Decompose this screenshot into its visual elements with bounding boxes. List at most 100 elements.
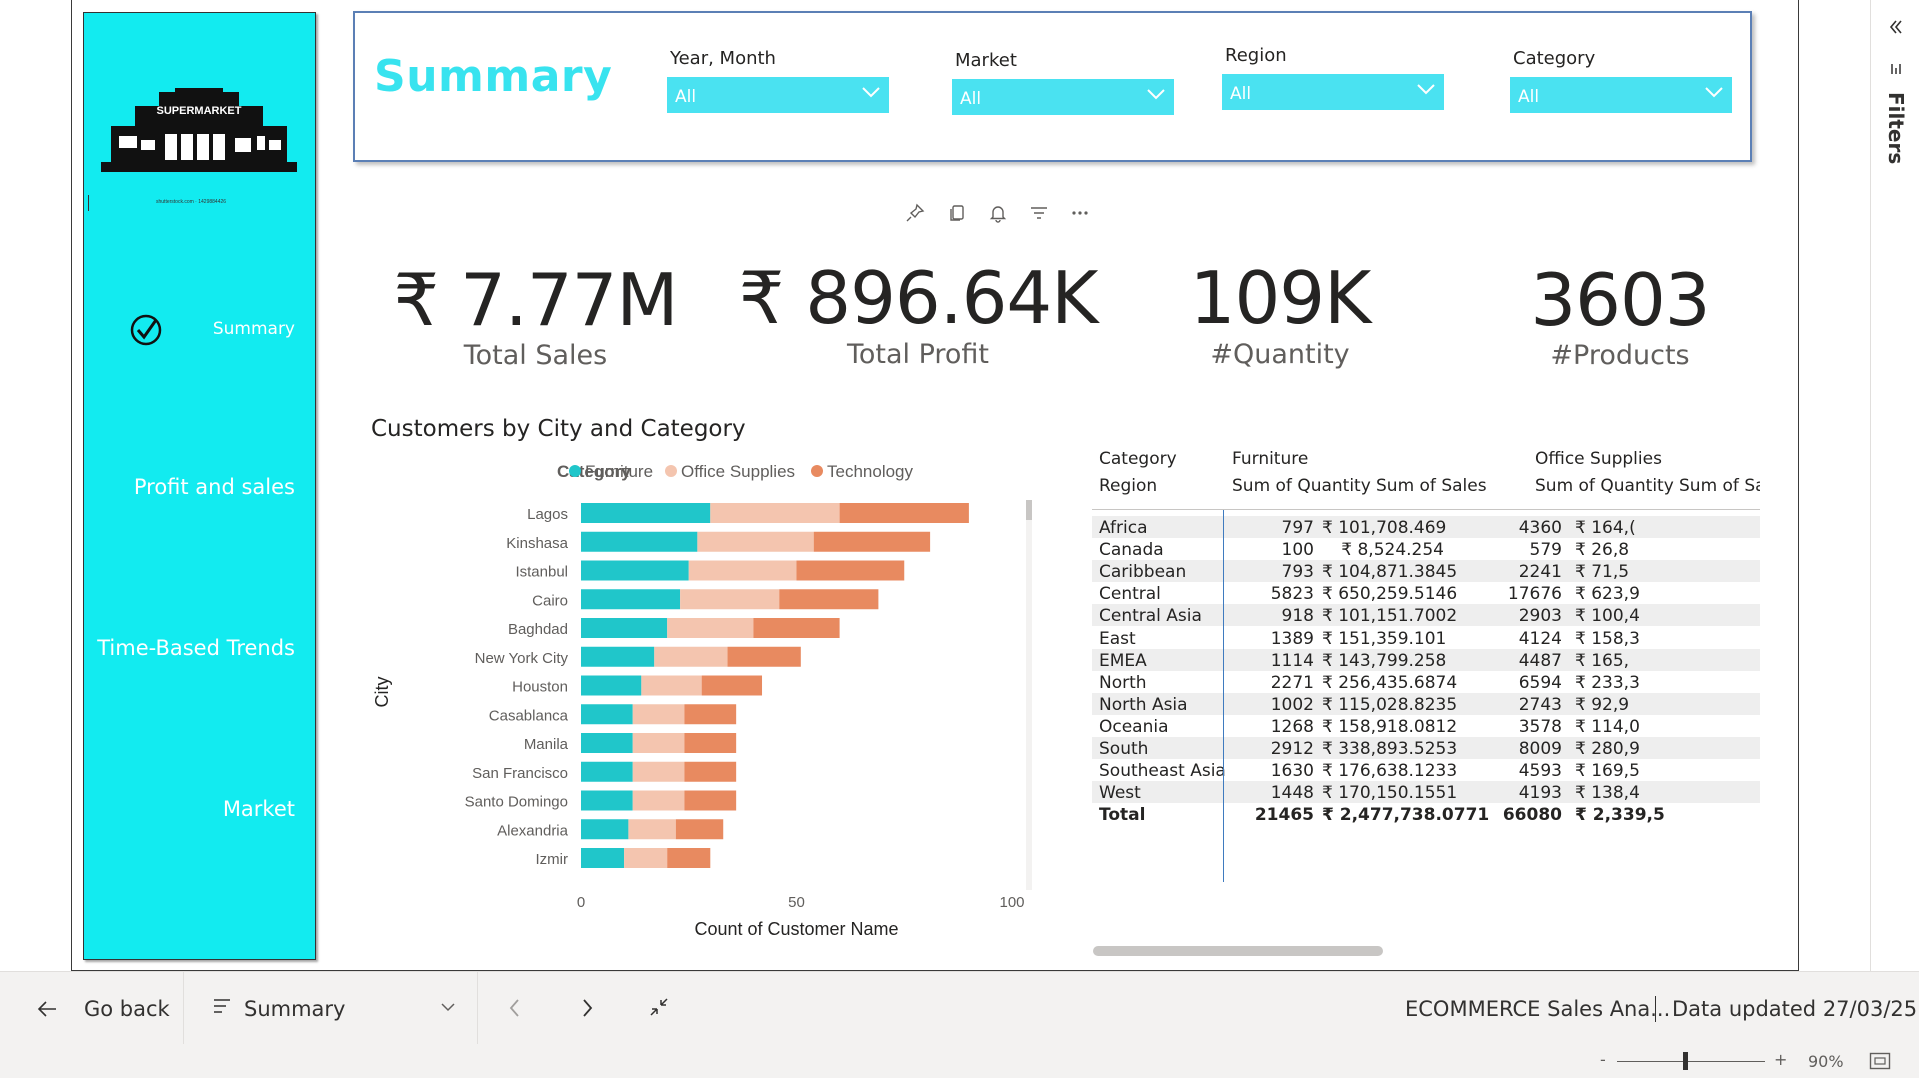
bar-segment <box>667 618 754 638</box>
matrix-cell: 2912 <box>1270 739 1314 759</box>
filters-pane-toggle[interactable]: Filters <box>1884 92 1908 172</box>
nav-item-market[interactable]: Market <box>223 797 295 821</box>
chart-scrollbar-thumb[interactable] <box>1026 500 1032 520</box>
matrix-cell: 793 <box>1281 562 1314 583</box>
bar-segment <box>581 704 633 725</box>
region-dropdown[interactable]: All <box>1222 74 1444 110</box>
go-back-button[interactable]: Go back <box>28 992 183 1026</box>
matrix-cell: ₹ 165, <box>1575 650 1630 671</box>
bar-segment <box>710 503 840 523</box>
legend-label: Furniture <box>585 462 653 481</box>
matrix-cell: 4487 <box>1518 650 1562 671</box>
bar-segment <box>581 819 629 840</box>
matrix-row-region: EMEA <box>1099 650 1147 671</box>
matrix-corner-category: Category <box>1099 449 1177 469</box>
matrix-group-office-supplies: Office Supplies <box>1535 449 1662 469</box>
report-name: ECOMMERCE Sales Ana... <box>1405 997 1671 1021</box>
market-dropdown[interactable]: All <box>952 79 1174 115</box>
zoom-slider-track[interactable] <box>1617 1061 1765 1062</box>
kpi-total-profit-value: ₹ 896.64K <box>738 256 1099 340</box>
slicer-label-category: Category <box>1513 48 1596 69</box>
kpi-quantity-value: 109K <box>1189 256 1372 340</box>
slicer-label-region: Region <box>1225 45 1287 66</box>
bar-segment <box>581 646 655 667</box>
matrix-row-region: West <box>1099 783 1141 804</box>
year-month-dropdown[interactable]: All <box>667 77 889 113</box>
zoom-in-button[interactable]: + <box>1774 1050 1787 1069</box>
exit-focus-icon[interactable] <box>648 996 670 1018</box>
matrix-cell: ₹ 164,( <box>1575 518 1636 538</box>
matrix-cell: ₹ 158,918.0812 <box>1322 716 1458 737</box>
nav-item-profit-and-sales[interactable]: Profit and sales <box>134 475 295 499</box>
horizontal-scrollbar[interactable] <box>1093 946 1383 956</box>
bar-segment <box>632 733 685 753</box>
bar-segment <box>813 531 931 552</box>
matrix-cell: ₹ 151,359.101 <box>1322 628 1447 649</box>
zoom-out-button[interactable]: - <box>1600 1050 1606 1069</box>
pin-icon[interactable] <box>905 203 925 223</box>
previous-page-icon[interactable] <box>505 997 525 1019</box>
matrix-cell: ₹ 650,259.5146 <box>1322 584 1458 605</box>
matrix-measure-header: Sum of Sa <box>1679 476 1760 496</box>
dropdown-value: All <box>1230 84 1252 104</box>
page-selector-dropdown[interactable]: Summary <box>184 972 477 1045</box>
matrix-cell: 2903 <box>1518 606 1562 627</box>
logo-sign-text: SUPERMARKET <box>157 105 242 117</box>
more-icon[interactable] <box>1070 203 1090 223</box>
matrix-cell: ₹ 8,524.254 <box>1341 540 1444 561</box>
filters-pane: Filters <box>1870 0 1919 1040</box>
status-bar: - + 90% <box>0 1044 1919 1078</box>
next-page-icon[interactable] <box>577 997 597 1019</box>
x-tick-label: 50 <box>788 894 805 911</box>
matrix-total-cell: 21465 <box>1254 805 1314 826</box>
x-tick-label: 100 <box>999 894 1024 911</box>
bottom-navigation-bar: Go back Summary ECOMMERCE Sales Ana... D… <box>0 971 1919 1045</box>
divider <box>1655 996 1656 1022</box>
bar-segment <box>581 761 633 782</box>
chevron-down-icon <box>1147 89 1165 100</box>
nav-item-time-based-trends[interactable]: Time-Based Trends <box>97 636 295 660</box>
slicer-label-year-month: Year, Month <box>670 48 776 69</box>
divider <box>1092 509 1760 510</box>
kpi-total-sales-value: ₹ 7.77M <box>393 258 678 342</box>
fit-to-page-icon[interactable] <box>1869 1052 1891 1070</box>
dropdown-value: All <box>960 89 982 109</box>
y-tick-label: Santo Domingo <box>465 794 568 811</box>
bar-segment <box>581 589 681 610</box>
copy-icon[interactable] <box>947 203 967 223</box>
matrix-cell: ₹ 115,028.8235 <box>1322 694 1458 715</box>
bell-icon[interactable] <box>988 203 1008 223</box>
filters-label: Filters <box>1884 92 1908 165</box>
list-icon <box>214 999 230 1013</box>
filter-icon[interactable] <box>1029 203 1049 223</box>
bar-segment <box>628 819 676 840</box>
slicer-label-market: Market <box>955 50 1017 71</box>
matrix-cell: ₹ 623,9 <box>1575 584 1640 605</box>
matrix-cell: 1002 <box>1270 694 1314 715</box>
y-tick-label: Baghdad <box>508 621 568 638</box>
matrix-cell: 100 <box>1281 540 1314 561</box>
bar-segment <box>581 503 711 523</box>
matrix-cell: ₹ 100,4 <box>1575 606 1640 627</box>
zoom-slider-thumb[interactable] <box>1683 1052 1688 1070</box>
matrix-cell: 1630 <box>1270 761 1314 782</box>
matrix-cell: 5823 <box>1270 584 1314 605</box>
filter-icon <box>1891 64 1901 74</box>
matrix-cell: 1389 <box>1270 628 1314 649</box>
bar-segment <box>684 790 737 811</box>
category-dropdown[interactable]: All <box>1510 77 1732 113</box>
collapse-icon[interactable] <box>1887 18 1905 36</box>
matrix-row-region: Southeast Asia <box>1099 761 1226 782</box>
nav-item-summary[interactable]: Summary <box>213 319 295 339</box>
bar-segment <box>641 675 702 696</box>
bar-segment <box>688 560 797 581</box>
region-category-matrix: Category Region Furniture Office Supplie… <box>1092 440 1760 900</box>
matrix-row-region: Central <box>1099 584 1161 605</box>
bar-segment <box>684 733 737 753</box>
matrix-cell: ₹ 92,9 <box>1575 694 1630 715</box>
matrix-cell: 918 <box>1281 606 1314 627</box>
chart-scrollbar-track[interactable] <box>1026 500 1032 890</box>
go-back-label: Go back <box>84 997 170 1021</box>
matrix-cell: ₹ 338,893.5253 <box>1322 739 1458 759</box>
supermarket-logo: SUPERMARKET <box>101 88 297 172</box>
